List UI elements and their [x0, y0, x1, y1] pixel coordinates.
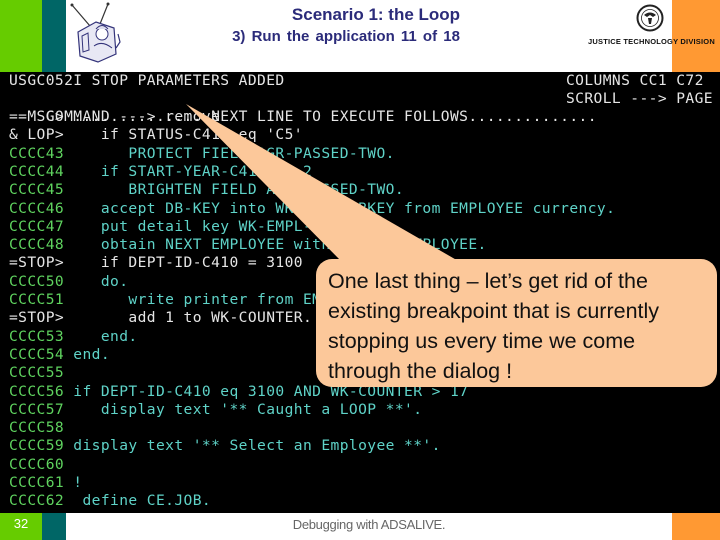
line-code: if STATUS-C415 eq 'C5': [64, 126, 303, 144]
line-prefix[interactable]: CCCC45: [9, 181, 64, 198]
source-line: CCCC47 put detail key WK-EMPL-DBKEY.: [9, 218, 367, 236]
slide-title: Scenario 1: the Loop: [291, 5, 461, 24]
footer-text: Debugging with ADSALIVE.: [292, 517, 446, 532]
line-code: display text '** Select an Employee **'.: [64, 437, 441, 455]
line-prefix[interactable]: CCCC47: [9, 218, 64, 235]
line-prefix[interactable]: CCCC51: [9, 291, 64, 308]
line-code: display text '** Caught a LOOP **'.: [64, 400, 423, 418]
command-line: COMMAND ---> remove: [9, 90, 220, 125]
callout-line: through the dialog !: [328, 359, 513, 383]
source-line: =STOP> add 1 to WK-COUNTER.: [9, 309, 312, 327]
source-line: CCCC54 end.: [9, 346, 110, 364]
columns-indicator: COLUMNS CC1 C72: [566, 72, 704, 89]
callout-bubble: One last thing – let’s get rid of the ex…: [316, 259, 717, 387]
source-line: CCCC50 do.: [9, 273, 128, 291]
slide-subtitle: 3) Run the application 11 of 18: [232, 28, 460, 45]
status-message: USGC052I STOP PARAMETERS ADDED: [9, 72, 285, 89]
line-code: !: [64, 474, 83, 491]
source-line: ==MSG> ...............NEXT LINE TO EXECU…: [9, 108, 597, 126]
source-line: =STOP> if DEPT-ID-C410 = 3100: [9, 254, 303, 272]
line-prefix[interactable]: CCCC53: [9, 328, 64, 345]
source-line: CCCC57 display text '** Caught a LOOP **…: [9, 401, 422, 419]
page-number: 32: [13, 516, 29, 531]
line-prefix[interactable]: CCCC54: [9, 346, 64, 363]
source-line: CCCC44 if START-YEAR-C415 eq 2: [9, 163, 312, 181]
line-code: if DEPT-ID-C410 = 3100: [64, 254, 303, 272]
callout-line: One last thing – let’s get rid of the: [328, 269, 648, 293]
line-prefix[interactable]: CCCC56: [9, 383, 64, 400]
line-code: if START-YEAR-C415 eq 2: [64, 162, 313, 180]
source-line: CCCC60: [9, 456, 64, 474]
line-prefix[interactable]: CCCC50: [9, 273, 64, 290]
line-code: ...............NEXT LINE TO EXECUTE FOLL…: [64, 108, 597, 125]
source-line: CCCC46 accept DB-KEY into WK-EMPL-DBKEY …: [9, 200, 615, 218]
line-code: define CE.JOB.: [64, 492, 212, 510]
source-line: CCCC48 obtain NEXT EMPLOYEE within DEPT-…: [9, 236, 487, 254]
source-line: CCCC45 BRIGHTEN FIELD AGR-PASSED-TWO.: [9, 181, 404, 199]
line-prefix[interactable]: CCCC46: [9, 200, 64, 217]
source-line: CCCC55: [9, 364, 64, 382]
organization-label: JUSTICE TECHNOLOGY DIVISION: [588, 37, 715, 46]
justice-seal-icon: [636, 4, 664, 32]
line-prefix[interactable]: ==MSG>: [9, 108, 64, 125]
line-prefix[interactable]: =STOP>: [9, 309, 64, 326]
line-prefix[interactable]: CCCC59: [9, 437, 64, 454]
scroll-indicator: SCROLL ---> PAGE: [566, 90, 713, 107]
line-prefix[interactable]: CCCC48: [9, 236, 64, 253]
line-code: PROTECT FIELD AGR-PASSED-TWO.: [64, 144, 395, 162]
source-line: CCCC58: [9, 419, 64, 437]
source-line: & LOP> if STATUS-C415 eq 'C5': [9, 126, 303, 144]
line-code: obtain NEXT EMPLOYEE within DEPT-EMPLOYE…: [64, 236, 487, 254]
line-prefix[interactable]: CCCC57: [9, 401, 64, 418]
source-line: CCCC62 define CE.JOB.: [9, 492, 211, 510]
line-prefix[interactable]: CCCC58: [9, 419, 64, 436]
line-prefix[interactable]: =STOP>: [9, 254, 64, 271]
source-line: CCCC61 !: [9, 474, 83, 492]
source-line: CCCC43 PROTECT FIELD AGR-PASSED-TWO.: [9, 145, 395, 163]
line-prefix[interactable]: CCCC62: [9, 492, 64, 509]
line-prefix[interactable]: CCCC43: [9, 145, 64, 162]
line-prefix[interactable]: CCCC60: [9, 456, 64, 473]
line-code: accept DB-KEY into WK-EMPL-DBKEY from EM…: [64, 199, 616, 217]
source-line: CCCC53 end.: [9, 328, 138, 346]
line-code: BRIGHTEN FIELD AGR-PASSED-TWO.: [64, 181, 405, 199]
source-line: CCCC59 display text '** Select an Employ…: [9, 437, 441, 455]
line-prefix[interactable]: CCCC44: [9, 163, 64, 180]
line-code: add 1 to WK-COUNTER.: [64, 309, 313, 327]
line-prefix[interactable]: CCCC61: [9, 474, 64, 491]
line-prefix[interactable]: CCCC55: [9, 364, 64, 381]
line-code: end.: [64, 345, 111, 363]
line-code: end.: [64, 327, 138, 345]
slide-header: Scenario 1: the Loop 3) Run the applicat…: [66, 0, 715, 72]
slide-footer: Debugging with ADSALIVE.: [66, 513, 672, 540]
line-code: put detail key WK-EMPL-DBKEY.: [64, 217, 368, 235]
callout-line: existing breakpoint that is currently: [328, 299, 660, 323]
callout-line: stopping us every time we come: [328, 329, 636, 353]
line-prefix[interactable]: & LOP>: [9, 126, 64, 143]
line-code: do.: [64, 272, 129, 290]
